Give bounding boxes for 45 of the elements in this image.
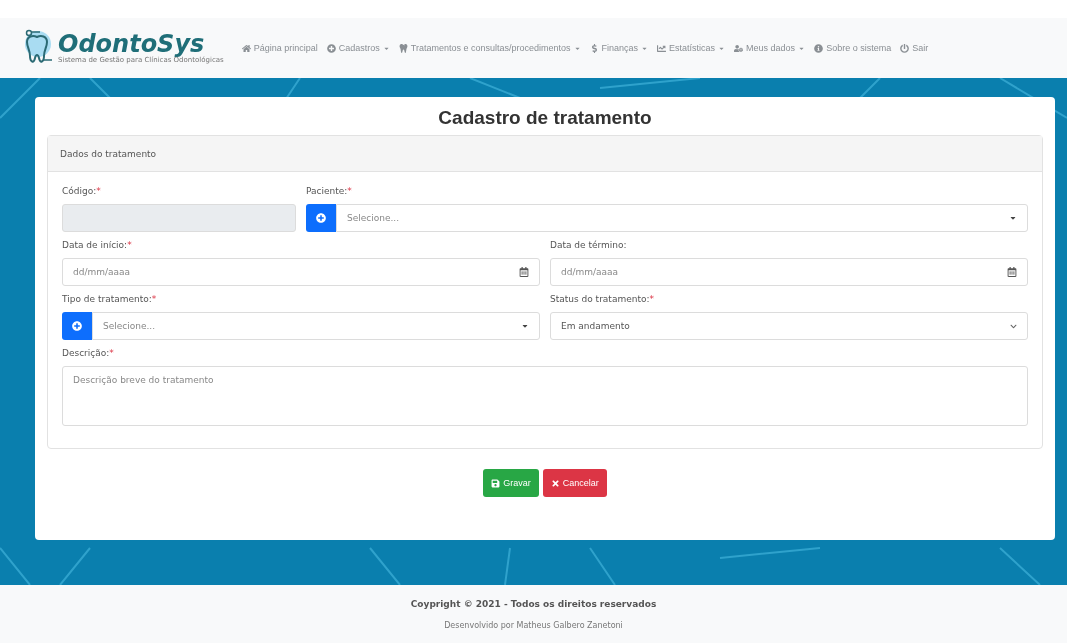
- field-label: Paciente:*: [306, 186, 353, 196]
- power-icon: [900, 43, 910, 53]
- save-button[interactable]: Gravar: [483, 469, 539, 497]
- nav-link[interactable]: Página principal: [241, 43, 318, 53]
- field-label: Tipo de tratamento:*: [62, 294, 158, 304]
- description-field[interactable]: Descrição breve do tratamento: [62, 366, 1028, 426]
- field-label: Código:*: [62, 186, 102, 196]
- close-icon: [550, 478, 560, 488]
- nav-link[interactable]: Cadastros: [326, 43, 390, 53]
- page-title: Cadastro de tratamento: [437, 107, 653, 129]
- caret-icon: [521, 322, 529, 330]
- home-icon: [241, 43, 251, 53]
- select-field[interactable]: Em andamento: [550, 312, 1028, 340]
- panel-header: Dados do tratamento: [48, 136, 1042, 172]
- select-field[interactable]: Selecione...: [336, 204, 1028, 232]
- readonly-field[interactable]: [62, 204, 296, 232]
- nav-link[interactable]: Sair: [900, 43, 929, 53]
- date-field[interactable]: dd/mm/aaaa: [550, 258, 1028, 286]
- nav-link[interactable]: Estatísticas: [657, 43, 726, 53]
- field-label: Status do tratamento:*: [550, 294, 655, 304]
- user-icon: [734, 43, 744, 53]
- cancel-button[interactable]: Cancelar: [542, 469, 607, 497]
- chevron-down-icon: [1010, 322, 1017, 330]
- field-label: Descrição:*: [62, 348, 115, 358]
- caret-icon: [1009, 214, 1017, 222]
- info-icon: [814, 43, 824, 53]
- calendar-icon: [519, 267, 529, 277]
- nav-link[interactable]: Tratamentos e consultas/procedimentos: [398, 43, 581, 53]
- date-field[interactable]: dd/mm/aaaa: [62, 258, 540, 286]
- brand-name[interactable]: OdontoSys: [58, 32, 224, 56]
- line-chart-icon: [657, 43, 667, 53]
- nav-link[interactable]: Sobre o sistema: [814, 43, 892, 53]
- tooth-icon: [398, 43, 408, 53]
- field-label: Data de término:: [550, 240, 628, 250]
- copyright-text: Coypright © 2021 - Todos os direitos reservados: [410, 598, 657, 609]
- add-button[interactable]: [306, 204, 336, 232]
- nav-link[interactable]: Finanças: [589, 43, 649, 53]
- add-button[interactable]: [62, 312, 92, 340]
- calendar-icon: [1007, 267, 1017, 277]
- credit-text: Desenvolvido por Matheus Galbero Zanetoni: [444, 620, 623, 630]
- nav-link[interactable]: Meus dados: [734, 43, 806, 53]
- dollar-icon: [589, 43, 599, 53]
- save-icon: [491, 478, 501, 488]
- field-label: Data de início:*: [62, 240, 133, 250]
- select-field[interactable]: Selecione...: [92, 312, 540, 340]
